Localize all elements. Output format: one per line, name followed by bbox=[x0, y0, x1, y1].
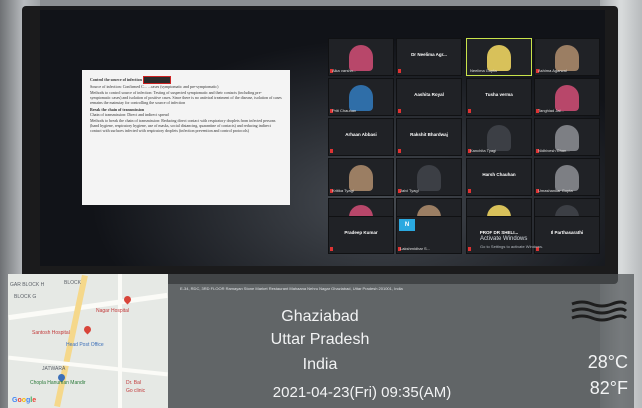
slide-line: Methods to control source of infection: … bbox=[90, 90, 282, 105]
activate-windows-subtitle: Go to Settings to activate Windows. bbox=[480, 244, 544, 249]
map-label: Go clinic bbox=[126, 388, 146, 394]
participant-tile[interactable]: Dr Neelima Agr... bbox=[396, 38, 462, 76]
participant-tile[interactable]: Alka varshn... bbox=[328, 38, 394, 76]
map-label: JATWARA bbox=[42, 366, 66, 372]
participant-tile[interactable]: Jaivi Tyagi bbox=[396, 158, 462, 196]
slide-heading-1: Control the source of infection bbox=[90, 76, 282, 84]
muted-mic-icon bbox=[398, 149, 401, 153]
participant-tile[interactable]: Harsh Chauhan bbox=[466, 158, 532, 196]
participant-tile[interactable]: Arhaan Abbasi bbox=[328, 118, 394, 156]
participant-tile[interactable]: Ashima Agarwal bbox=[534, 38, 600, 76]
participant-tile[interactable]: Il Parthasarathi bbox=[534, 216, 600, 254]
city-name: Ghaziabad bbox=[281, 308, 359, 325]
location-map[interactable]: GAR BLOCK H BLOCK BLOCK G Nagar Hospital… bbox=[8, 274, 168, 408]
map-label: BLOCK bbox=[64, 280, 81, 286]
map-label: BLOCK G bbox=[14, 294, 37, 300]
participant-tile[interactable]: Kanchita Tyagi bbox=[466, 118, 532, 156]
muted-mic-icon bbox=[398, 109, 401, 113]
map-road-major bbox=[54, 274, 88, 408]
haze-icon bbox=[568, 298, 628, 324]
participant-tile[interactable]: Nidhivesh Chan... bbox=[534, 118, 600, 156]
map-label: Dr. Bal bbox=[126, 380, 142, 386]
google-logo: Google bbox=[12, 397, 37, 404]
temperature-celsius: 28°C bbox=[587, 352, 628, 372]
slide-line: Chain of transmission: Direct and indire… bbox=[90, 112, 169, 117]
participant-tile[interactable]: Pradeep Kumar bbox=[328, 216, 394, 254]
state-name: Uttar Pradesh bbox=[270, 331, 370, 348]
map-label: GAR BLOCK H bbox=[10, 282, 45, 288]
map-road bbox=[8, 355, 168, 377]
slide-highlight-box bbox=[142, 76, 171, 84]
zoom-avatar-icon: N bbox=[399, 219, 415, 231]
muted-mic-icon bbox=[398, 69, 401, 73]
participant-tile[interactable]: Tanghiad Jai... bbox=[534, 78, 600, 116]
monitor-screen: Control the source of infection Source o… bbox=[40, 10, 605, 266]
participant-tile[interactable]: Aashita Royal bbox=[396, 78, 462, 116]
participant-tile[interactable]: Kritika Tyagi bbox=[328, 158, 394, 196]
participant-tile[interactable]: Umashankar Gupta bbox=[534, 158, 600, 196]
muted-mic-icon bbox=[330, 247, 333, 251]
temperature-fahrenheit: 82°F bbox=[589, 378, 628, 398]
muted-mic-icon bbox=[468, 189, 471, 193]
participant-tile-active[interactable]: Neelima Gupta bbox=[466, 38, 532, 76]
country-name: India bbox=[302, 356, 338, 373]
muted-mic-icon bbox=[468, 247, 471, 251]
muted-mic-icon bbox=[330, 149, 333, 153]
shared-slide: Control the source of infection Source o… bbox=[82, 70, 290, 205]
slide-line: Methods to break the chain of transmissi… bbox=[90, 118, 276, 133]
location-pin-icon bbox=[82, 324, 93, 335]
map-label: Nagar Hospital bbox=[96, 308, 130, 314]
map-label: Santosh Hospital bbox=[32, 330, 70, 336]
address-line: E-34, RDC, 3RD FLOOR Ramayan Stone Marke… bbox=[180, 286, 403, 291]
map-label: Head Post Office bbox=[66, 342, 104, 348]
participant-gallery: Alka varshn... Dr Neelima Agr... Neelima… bbox=[328, 38, 605, 254]
activate-windows-notice: Activate Windows Go to Settings to activ… bbox=[480, 236, 543, 250]
map-label: Chopla Hanuman Mandir bbox=[30, 380, 86, 386]
participant-video bbox=[417, 165, 441, 191]
participant-tile[interactable]: Rakshit Bhardwaj bbox=[396, 118, 462, 156]
participant-tile[interactable]: N Lakshmidhar S... bbox=[396, 216, 462, 254]
slide-line: Source of infection: Confirmed C... ...c… bbox=[90, 84, 219, 89]
date-time-stamp: 2021-04-23(Fri) 09:35(AM) bbox=[272, 384, 452, 401]
muted-mic-icon bbox=[468, 109, 471, 113]
activate-windows-title: Activate Windows bbox=[480, 236, 528, 242]
participant-tile[interactable]: Priti Chauhan bbox=[328, 78, 394, 116]
map-road bbox=[118, 274, 122, 408]
participant-tile[interactable]: Tusha verma bbox=[466, 78, 532, 116]
